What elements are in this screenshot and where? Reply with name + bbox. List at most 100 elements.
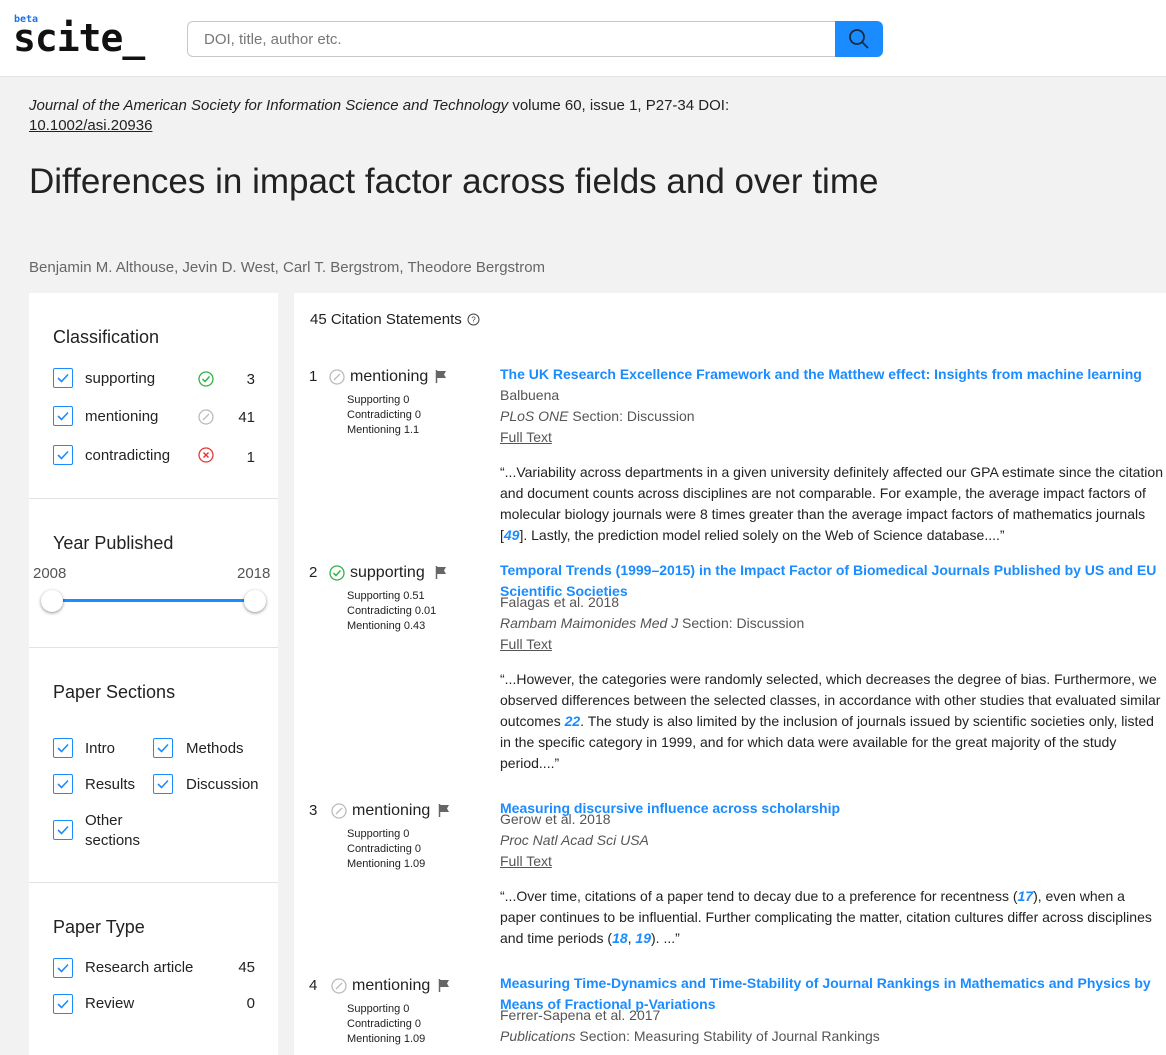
supporting-checkbox[interactable] (53, 368, 73, 388)
contradicting-checkbox[interactable] (53, 445, 73, 465)
research-article-count: 45 (238, 959, 255, 976)
full-text-link[interactable]: Full Text (500, 427, 552, 448)
mentioning-score: Mentioning 1.1 (347, 424, 420, 436)
citing-venue: PLoS ONE Section: Discussion (500, 406, 695, 427)
quote-text: . The study is also limited by the inclu… (500, 713, 1154, 771)
citation-statements-count: 45 Citation Statements (310, 311, 462, 328)
review-checkbox[interactable] (53, 994, 73, 1014)
methods-label: Methods (186, 740, 244, 757)
supporting-score: Supporting 0.51 (347, 590, 425, 602)
quote-text: ). ...” (651, 930, 680, 946)
mentioning-icon (331, 803, 347, 819)
help-icon[interactable]: ? (467, 313, 480, 326)
check-icon (57, 373, 69, 383)
logo-text: scite_ (13, 16, 145, 60)
mentioning-score: Mentioning 1.09 (347, 858, 426, 870)
citing-journal: PLoS ONE (500, 408, 569, 424)
reference-link[interactable]: 19 (635, 930, 651, 946)
citing-authors: Ferrer-Sapena et al. 2017 (500, 1007, 661, 1023)
search-bar (187, 21, 883, 57)
quote-text: ]. Lastly, the prediction model relied s… (519, 527, 1005, 543)
classification-filter: Classification supporting 3 mentioning 4… (29, 293, 278, 499)
citing-venue: Rambam Maimonides Med J Section: Discuss… (500, 613, 804, 634)
review-label: Review (85, 995, 135, 1012)
volume-info: volume 60, issue 1, P27-34 DOI: (508, 97, 730, 114)
contradicting-score: Contradicting 0 (347, 1018, 421, 1030)
citing-section: Section: Discussion (678, 615, 805, 631)
flag-icon[interactable] (435, 370, 447, 383)
citing-authors: Balbuena (500, 387, 560, 403)
page-title: Differences in impact factor across fiel… (29, 162, 879, 201)
reference-link[interactable]: 17 (1018, 888, 1034, 904)
search-icon (849, 29, 869, 49)
classification-label: mentioning (350, 368, 429, 385)
classification-title: Classification (53, 327, 160, 347)
contradicting-score: Contradicting 0 (347, 409, 421, 421)
citing-journal: Proc Natl Acad Sci USA (500, 832, 649, 848)
contradicting-score: Contradicting 0 (347, 843, 421, 855)
supporting-score: Supporting 0 (347, 828, 410, 840)
methods-checkbox[interactable] (153, 738, 173, 758)
citing-section: Section: Measuring Stability of Journal … (575, 1028, 880, 1044)
year-filter: Year Published 2008 2018 (29, 499, 278, 648)
svg-text:?: ? (471, 316, 476, 325)
mentioning-icon (331, 978, 347, 994)
mentioning-score: Mentioning 0.43 (347, 620, 426, 632)
year-max: 2018 (237, 565, 271, 582)
flag-icon[interactable] (438, 804, 450, 817)
year-slider-track[interactable] (52, 599, 255, 602)
other-sections-checkbox[interactable] (53, 820, 73, 840)
search-button[interactable] (835, 21, 883, 57)
citation-number: 3 (309, 802, 318, 819)
year-slider-max-handle[interactable] (244, 590, 266, 612)
reference-link[interactable]: 22 (565, 713, 581, 729)
check-icon (57, 825, 69, 835)
mentioning-checkbox[interactable] (53, 406, 73, 426)
full-text-link[interactable]: Full Text (500, 634, 552, 655)
check-icon (157, 743, 169, 753)
check-icon (57, 963, 69, 973)
research-article-checkbox[interactable] (53, 958, 73, 978)
sections-filter: Paper Sections Intro Methods Results Dis… (29, 648, 278, 883)
classification-label: supporting (350, 564, 425, 581)
intro-label: Intro (85, 740, 116, 757)
results-checkbox[interactable] (53, 774, 73, 794)
year-title: Year Published (53, 533, 174, 553)
citation-number: 1 (309, 368, 318, 385)
flag-icon[interactable] (438, 979, 450, 992)
authors: Benjamin M. Althouse, Jevin D. West, Car… (29, 259, 546, 276)
citation-quote: “...Over time, citations of a paper tend… (500, 886, 1164, 949)
journal-name: Journal of the American Society for Info… (29, 97, 509, 114)
full-text-link[interactable]: Full Text (500, 851, 552, 872)
check-icon (57, 743, 69, 753)
check-icon (57, 999, 69, 1009)
citation-statements-heading: 45 Citation Statements ? (310, 311, 480, 328)
check-icon (57, 411, 69, 421)
mentioning-count: 41 (238, 409, 255, 426)
results-label: Results (85, 776, 136, 793)
citation-quote: “...However, the categories were randoml… (500, 669, 1164, 774)
intro-checkbox[interactable] (53, 738, 73, 758)
classification-label: mentioning (352, 802, 431, 819)
citing-journal: Rambam Maimonides Med J (500, 615, 679, 631)
citing-authors: Gerow et al. 2018 (500, 811, 611, 827)
check-icon (57, 450, 69, 460)
reference-link[interactable]: 49 (504, 527, 520, 543)
research-article-label: Research article (85, 959, 194, 976)
citing-paper-title[interactable]: The UK Research Excellence Framework and… (500, 364, 1162, 385)
discussion-checkbox[interactable] (153, 774, 173, 794)
year-min: 2008 (33, 565, 67, 582)
journal-info: Journal of the American Society for Info… (29, 96, 729, 116)
filter-sidebar: Classification supporting 3 mentioning 4… (29, 293, 278, 1055)
supporting-score: Supporting 0 (347, 394, 410, 406)
year-slider-min-handle[interactable] (41, 590, 63, 612)
check-icon (57, 779, 69, 789)
citation-panel: 45 Citation Statements ? 1 mentioning Su… (294, 293, 1166, 1055)
citing-authors: Falagas et al. 2018 (500, 594, 620, 610)
top-header: beta scite_ (0, 0, 1166, 77)
search-input[interactable] (187, 21, 837, 57)
doi-link[interactable]: 10.1002/asi.20936 (29, 116, 152, 136)
supporting-label: supporting (85, 370, 156, 387)
reference-link[interactable]: 18 (612, 930, 628, 946)
flag-icon[interactable] (435, 566, 447, 579)
